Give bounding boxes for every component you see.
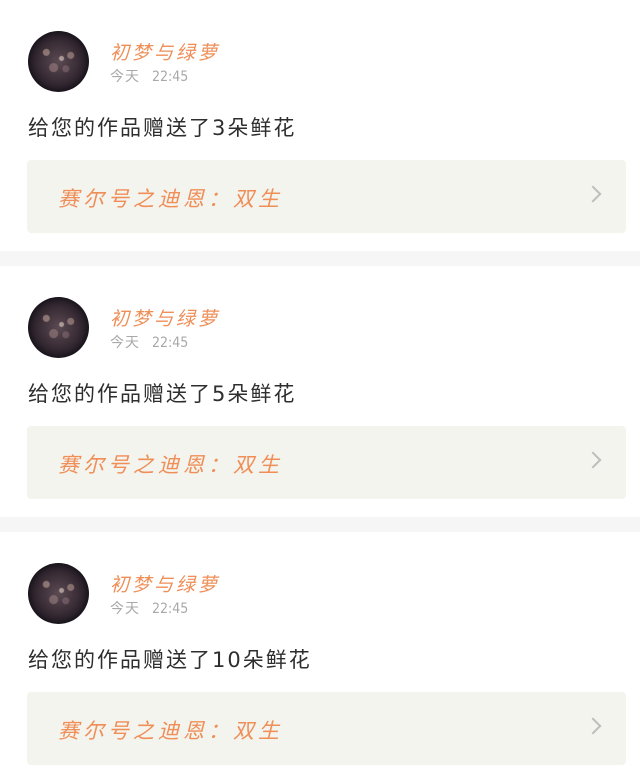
username[interactable]: 初梦与绿萝 <box>110 570 220 597</box>
work-title: 赛尔号之迪恩：双生 <box>58 453 283 477</box>
work-title: 赛尔号之迪恩：双生 <box>58 719 283 743</box>
timestamp-time: 22:45 <box>152 69 189 85</box>
notification-feed: 初梦与绿萝 今天 22:45 给您的作品赠送了3朵鲜花 赛尔号之迪恩：双生 初梦与… <box>0 0 640 775</box>
chevron-right-icon <box>584 717 602 735</box>
chevron-right-icon <box>584 185 602 203</box>
divider <box>0 251 640 266</box>
work-link-card[interactable]: 赛尔号之迪恩：双生 <box>27 692 626 765</box>
avatar[interactable] <box>28 31 89 92</box>
timestamp: 今天 22:45 <box>110 598 188 618</box>
avatar[interactable] <box>28 297 89 358</box>
timestamp-day: 今天 <box>110 69 140 85</box>
timestamp: 今天 22:45 <box>110 66 188 86</box>
timestamp: 今天 22:45 <box>110 332 188 352</box>
notification-card: 初梦与绿萝 今天 22:45 给您的作品赠送了3朵鲜花 赛尔号之迪恩：双生 <box>0 0 640 251</box>
timestamp-time: 22:45 <box>152 601 189 617</box>
username[interactable]: 初梦与绿萝 <box>110 38 220 65</box>
gift-message: 给您的作品赠送了5朵鲜花 <box>28 382 297 406</box>
timestamp-day: 今天 <box>110 335 140 351</box>
notification-card: 初梦与绿萝 今天 22:45 给您的作品赠送了10朵鲜花 赛尔号之迪恩：双生 <box>0 532 640 775</box>
divider <box>0 517 640 532</box>
gift-message: 给您的作品赠送了10朵鲜花 <box>28 648 312 672</box>
gift-message: 给您的作品赠送了3朵鲜花 <box>28 116 297 140</box>
work-link-card[interactable]: 赛尔号之迪恩：双生 <box>27 160 626 233</box>
timestamp-time: 22:45 <box>152 335 189 351</box>
timestamp-day: 今天 <box>110 601 140 617</box>
username[interactable]: 初梦与绿萝 <box>110 304 220 331</box>
work-title: 赛尔号之迪恩：双生 <box>58 187 283 211</box>
work-link-card[interactable]: 赛尔号之迪恩：双生 <box>27 426 626 499</box>
chevron-right-icon <box>584 451 602 469</box>
avatar[interactable] <box>28 563 89 624</box>
notification-card: 初梦与绿萝 今天 22:45 给您的作品赠送了5朵鲜花 赛尔号之迪恩：双生 <box>0 266 640 517</box>
